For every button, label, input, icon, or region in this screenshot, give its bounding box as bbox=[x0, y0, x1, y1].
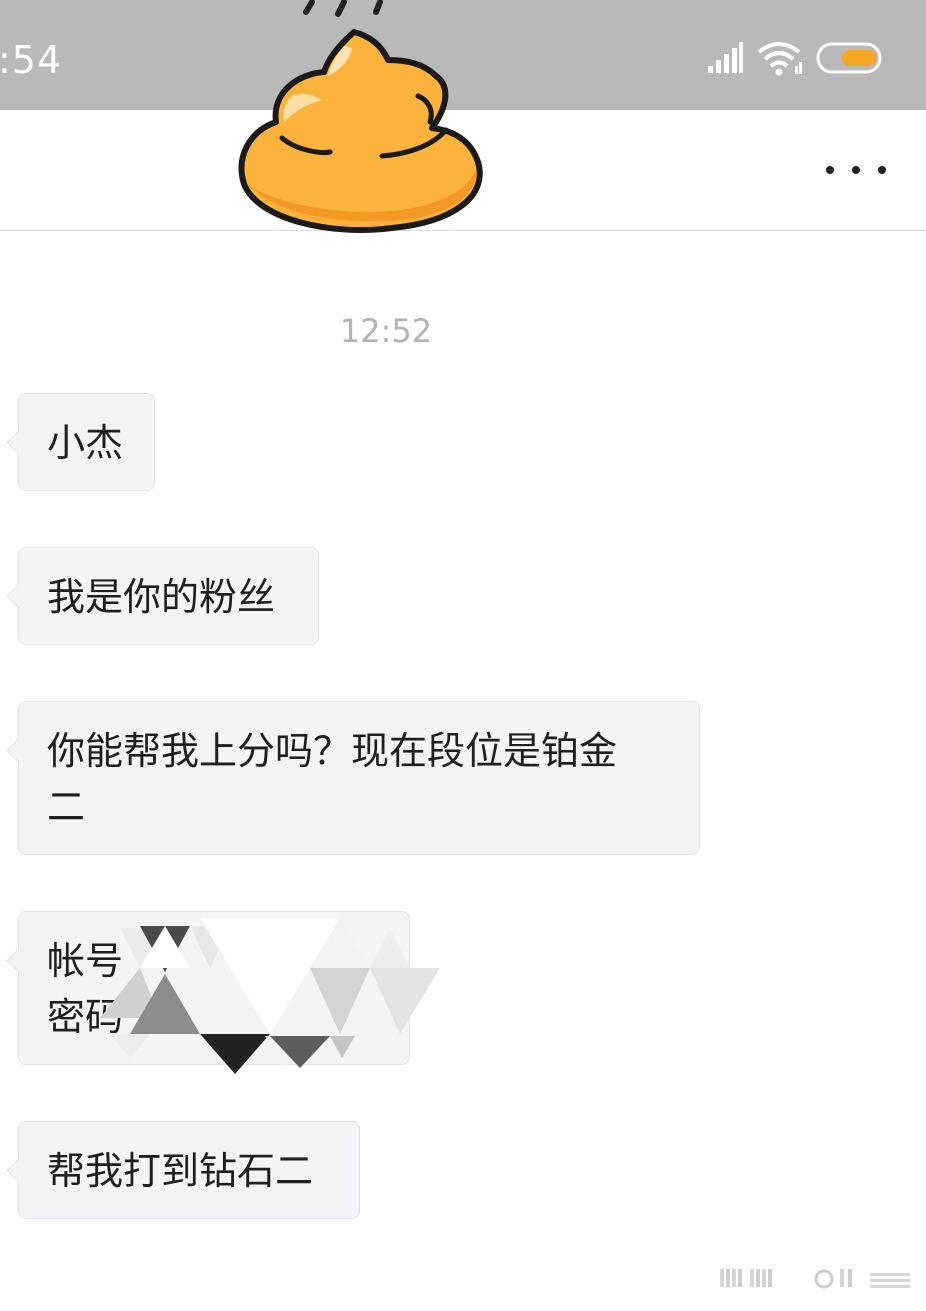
more-button[interactable] bbox=[826, 150, 886, 190]
watermark-icon bbox=[720, 1269, 910, 1289]
message-text: 小杰 bbox=[47, 421, 124, 465]
message-text-line: 你能帮我上分吗？现在段位是铂金 bbox=[47, 729, 618, 773]
message-text-line: 二 bbox=[47, 785, 86, 829]
message-bubble-5[interactable]: 帮我打到钻石二 bbox=[18, 1121, 360, 1219]
dot bbox=[852, 166, 860, 174]
dot bbox=[826, 166, 834, 174]
poop-emoji-icon bbox=[238, 0, 483, 233]
message-bubble-1[interactable]: 小杰 bbox=[18, 393, 155, 491]
wifi-icon bbox=[757, 42, 802, 76]
battery-icon bbox=[816, 42, 882, 74]
message-text: 帮我打到钻石二 bbox=[47, 1149, 314, 1193]
dot bbox=[878, 166, 886, 174]
status-time: :54 bbox=[0, 38, 63, 82]
signal-icon bbox=[708, 42, 743, 73]
message-timestamp: 12:52 bbox=[339, 312, 433, 350]
message-bubble-2[interactable]: 我是你的粉丝 bbox=[18, 547, 319, 645]
message-text: 我是你的粉丝 bbox=[47, 575, 276, 619]
redaction-mosaic bbox=[100, 918, 440, 1074]
message-bubble-3[interactable]: 你能帮我上分吗？现在段位是铂金 二 bbox=[18, 701, 700, 855]
